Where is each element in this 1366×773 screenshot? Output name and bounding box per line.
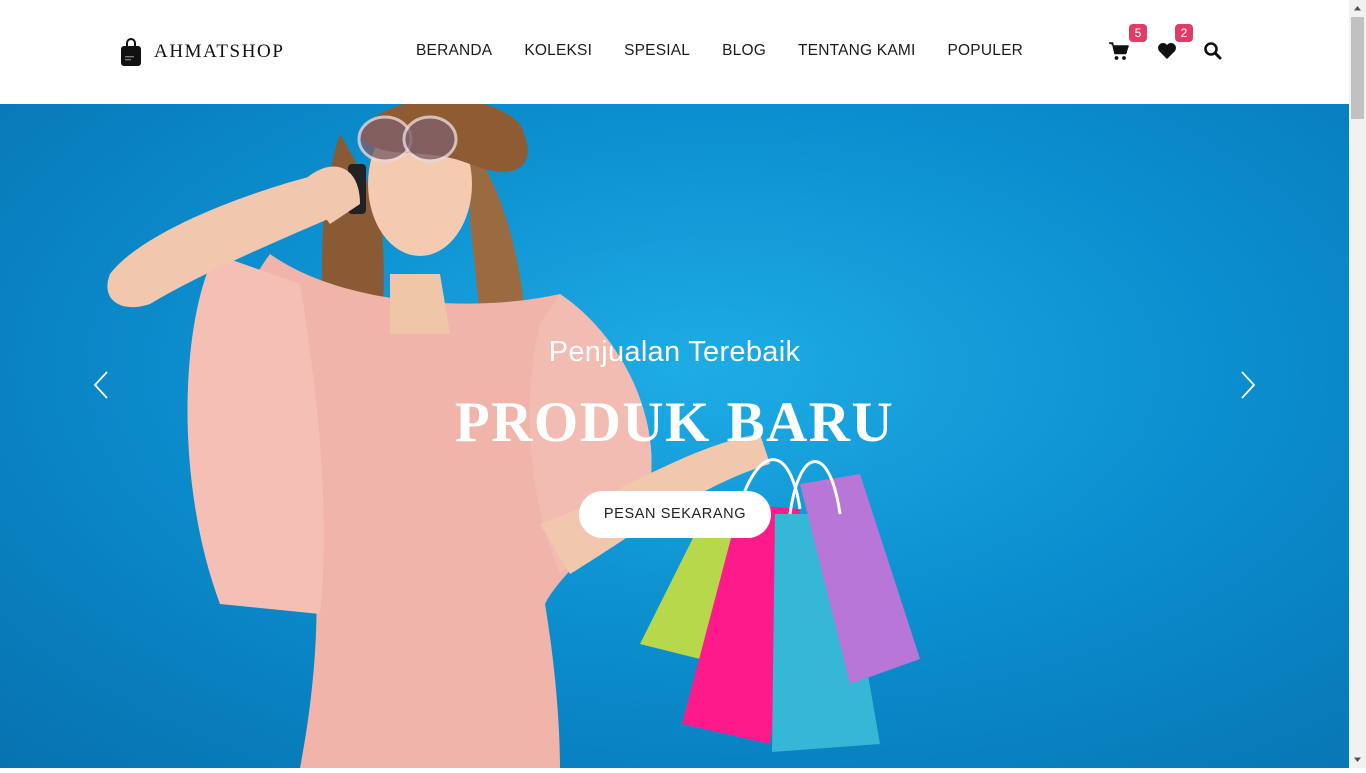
chevron-right-icon xyxy=(1241,371,1256,399)
cart-icon xyxy=(1109,42,1129,60)
heart-icon xyxy=(1158,43,1176,59)
scroll-down-button[interactable] xyxy=(1349,751,1366,768)
hero-title: PRODUK BARU xyxy=(454,391,895,454)
nav-item-blog[interactable]: BLOG xyxy=(722,42,766,60)
nav-item-beranda[interactable]: BERANDA xyxy=(416,42,492,60)
cart-button[interactable]: 5 xyxy=(1108,24,1147,62)
brand-logo[interactable]: AHMATSHOP xyxy=(120,36,285,68)
site-header: AHMATSHOP BERANDA KOLEKSI SPESIAL BLOG T… xyxy=(0,0,1349,104)
slider-prev-button[interactable] xyxy=(92,370,110,400)
shopping-bag-icon xyxy=(121,38,141,66)
main-nav: BERANDA KOLEKSI SPESIAL BLOG TENTANG KAM… xyxy=(416,42,1023,60)
slider-next-button[interactable] xyxy=(1239,370,1257,400)
search-icon xyxy=(1204,42,1222,60)
brand-name: AHMATSHOP xyxy=(154,41,285,62)
search-button[interactable] xyxy=(1202,40,1224,62)
nav-item-spesial[interactable]: SPESIAL xyxy=(624,42,690,60)
scroll-up-button[interactable] xyxy=(1349,0,1366,17)
chevron-left-icon xyxy=(93,371,108,399)
nav-item-tentang-kami[interactable]: TENTANG KAMI xyxy=(798,42,916,60)
nav-item-populer[interactable]: POPULER xyxy=(948,42,1023,60)
nav-item-koleksi[interactable]: KOLEKSI xyxy=(524,42,592,60)
wishlist-button[interactable]: 2 xyxy=(1156,24,1193,62)
scroll-up-arrow-icon xyxy=(1354,6,1361,11)
wishlist-count-badge: 2 xyxy=(1175,24,1193,42)
cart-count-badge: 5 xyxy=(1129,24,1147,42)
scroll-down-arrow-icon xyxy=(1354,757,1361,762)
order-now-button[interactable]: PESAN SEKARANG xyxy=(579,491,771,538)
scroll-thumb[interactable] xyxy=(1351,17,1364,119)
hero-subtitle: Penjualan Terebaik xyxy=(548,336,801,368)
hero-slider: Penjualan Terebaik PRODUK BARU PESAN SEK… xyxy=(0,104,1349,768)
page-scrollbar[interactable] xyxy=(1349,0,1366,768)
